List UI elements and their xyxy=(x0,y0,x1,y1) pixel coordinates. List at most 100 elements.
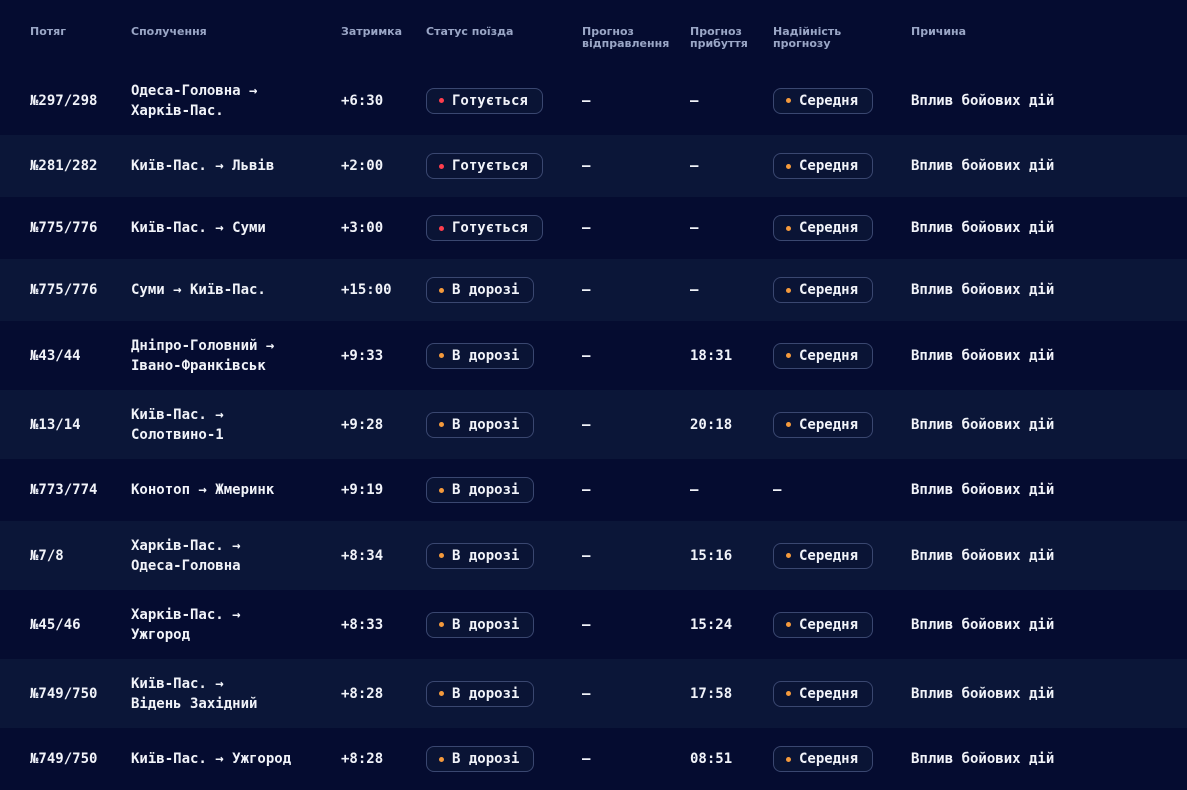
status-badge: Готується xyxy=(426,153,543,179)
arrival-forecast: — xyxy=(690,158,699,174)
table-row[interactable]: №775/776 Суми → Київ-Пас. +15:00 В дорозі — —… xyxy=(0,259,1187,321)
status-badge: В дорозі xyxy=(426,611,535,638)
reliability-dot-icon xyxy=(786,353,791,358)
status-cell: В дорозі xyxy=(426,459,582,521)
reliability-dot-icon xyxy=(786,622,791,627)
header-route: Сполучення xyxy=(131,25,207,38)
reliability-dot-icon xyxy=(786,756,791,762)
header-departure-forecast: Прогноз відправлення xyxy=(582,25,670,50)
reason: Вплив бойових дій xyxy=(911,482,1055,498)
reliability-badge: Середня xyxy=(773,611,874,638)
reason: Вплив бойових дій xyxy=(911,347,1055,364)
reliability-label: Середня xyxy=(799,220,859,236)
reason: Вплив бойових дій xyxy=(911,92,1055,109)
status-label: В дорозі xyxy=(452,547,520,564)
status-cell: В дорозі xyxy=(426,590,582,659)
header-arrival-forecast: Прогноз прибуття xyxy=(690,25,748,50)
reliability-label: Середня xyxy=(799,347,859,364)
train-number: №773/774 xyxy=(30,482,98,498)
reason: Вплив бойових дій xyxy=(911,282,1055,298)
status-cell: Готується xyxy=(426,197,582,259)
route: Київ-Пас. → Львів xyxy=(131,158,275,174)
route: Харків-Пас. → Одеса-Головна xyxy=(131,537,241,574)
status-badge: В дорозі xyxy=(426,411,535,438)
status-cell: В дорозі xyxy=(426,390,582,459)
status-badge: В дорозі xyxy=(426,277,535,303)
departure-forecast: — xyxy=(582,92,591,109)
reliability-badge: Середня xyxy=(773,277,874,303)
table-row[interactable]: №45/46 Харків-Пас. → Ужгород +8:33 В дорозі… xyxy=(0,590,1187,659)
train-number: №7/8 xyxy=(30,547,64,564)
reliability-label: Середня xyxy=(799,92,859,109)
train-number: №749/750 xyxy=(30,685,98,702)
status-label: Готується xyxy=(452,158,528,174)
train-number: №281/282 xyxy=(30,158,98,174)
table-row[interactable]: №749/750 Київ-Пас. → Відень Західний +8:28… xyxy=(0,659,1187,728)
reliability-badge: Середня xyxy=(773,342,874,369)
reliability-dot-icon xyxy=(786,553,791,558)
arrival-forecast: 08:51 xyxy=(690,751,733,767)
reliability-dot-icon xyxy=(786,225,791,231)
train-number: №297/298 xyxy=(30,92,98,109)
header-status: Статус поїзда xyxy=(426,25,514,38)
reliability-badge: Середня xyxy=(773,411,874,438)
train-delays-table: Потяг Сполучення Затримка Статус поїзда … xyxy=(0,0,1187,790)
delay: +3:00 xyxy=(341,220,384,236)
reason: Вплив бойових дій xyxy=(911,616,1055,633)
route: Суми → Київ-Пас. xyxy=(131,282,266,298)
reliability-cell: Середня xyxy=(773,590,911,659)
departure-forecast: — xyxy=(582,685,591,702)
reason: Вплив бойових дій xyxy=(911,685,1055,702)
header-reason: Причина xyxy=(911,25,967,38)
table-row[interactable]: №281/282 Київ-Пас. → Львів +2:00 Готується —… xyxy=(0,135,1187,197)
reliability-label: Середня xyxy=(799,751,859,767)
arrival-forecast: 15:16 xyxy=(690,547,733,564)
status-label: В дорозі xyxy=(452,282,520,298)
status-cell: В дорозі xyxy=(426,659,582,728)
reliability-badge: Середня xyxy=(773,680,874,707)
table-row[interactable]: №749/750 Київ-Пас. → Ужгород +8:28 В дорозі… xyxy=(0,728,1187,790)
departure-forecast: — xyxy=(582,751,591,767)
status-cell: В дорозі xyxy=(426,728,582,790)
reliability-dot-icon xyxy=(786,163,791,169)
status-label: В дорозі xyxy=(452,416,520,433)
table-body: №297/298 Одеса-Головна → Харків-Пас. +6:30… xyxy=(0,66,1187,790)
reliability-badge: Середня xyxy=(773,87,874,114)
reliability-cell: Середня xyxy=(773,659,911,728)
reliability-label: Середня xyxy=(799,158,859,174)
status-cell: Готується xyxy=(426,135,582,197)
table-row[interactable]: №773/774 Конотоп → Жмеринк +9:19 В дорозі — —… xyxy=(0,459,1187,521)
status-dot-icon xyxy=(439,756,444,762)
reliability-dot-icon xyxy=(786,422,791,427)
status-badge: В дорозі xyxy=(426,680,535,707)
arrival-forecast: — xyxy=(690,220,699,236)
status-label: В дорозі xyxy=(452,751,520,767)
train-number: №749/750 xyxy=(30,751,98,767)
header-delay: Затримка xyxy=(341,25,403,38)
reliability-badge: Середня xyxy=(773,746,874,772)
reliability-label: Середня xyxy=(799,685,859,702)
status-dot-icon xyxy=(439,225,444,231)
reason: Вплив бойових дій xyxy=(911,158,1055,174)
reliability-cell: Середня xyxy=(773,135,911,197)
reason: Вплив бойових дій xyxy=(911,547,1055,564)
route: Київ-Пас. → Відень Західний xyxy=(131,675,258,712)
status-dot-icon xyxy=(439,98,444,103)
delay: +9:33 xyxy=(341,347,384,364)
status-label: В дорозі xyxy=(452,482,520,498)
arrival-forecast: 18:31 xyxy=(690,347,733,364)
departure-forecast: — xyxy=(582,347,591,364)
status-cell: В дорозі xyxy=(426,521,582,590)
reliability-label: Середня xyxy=(799,282,859,298)
table-row[interactable]: №297/298 Одеса-Головна → Харків-Пас. +6:30… xyxy=(0,66,1187,135)
status-dot-icon xyxy=(439,487,444,493)
status-dot-icon xyxy=(439,353,444,358)
status-cell: Готується xyxy=(426,66,582,135)
table-row[interactable]: №43/44 Дніпро-Головний → Івано-Франківськ… xyxy=(0,321,1187,390)
table-row[interactable]: №13/14 Київ-Пас. → Солотвино-1 +9:28 В доро… xyxy=(0,390,1187,459)
reliability-cell: Середня xyxy=(773,728,911,790)
table-row[interactable]: №7/8 Харків-Пас. → Одеса-Головна +8:34 В до… xyxy=(0,521,1187,590)
delay: +15:00 xyxy=(341,282,392,298)
status-label: Готується xyxy=(452,92,528,109)
table-row[interactable]: №775/776 Київ-Пас. → Суми +3:00 Готується — —… xyxy=(0,197,1187,259)
